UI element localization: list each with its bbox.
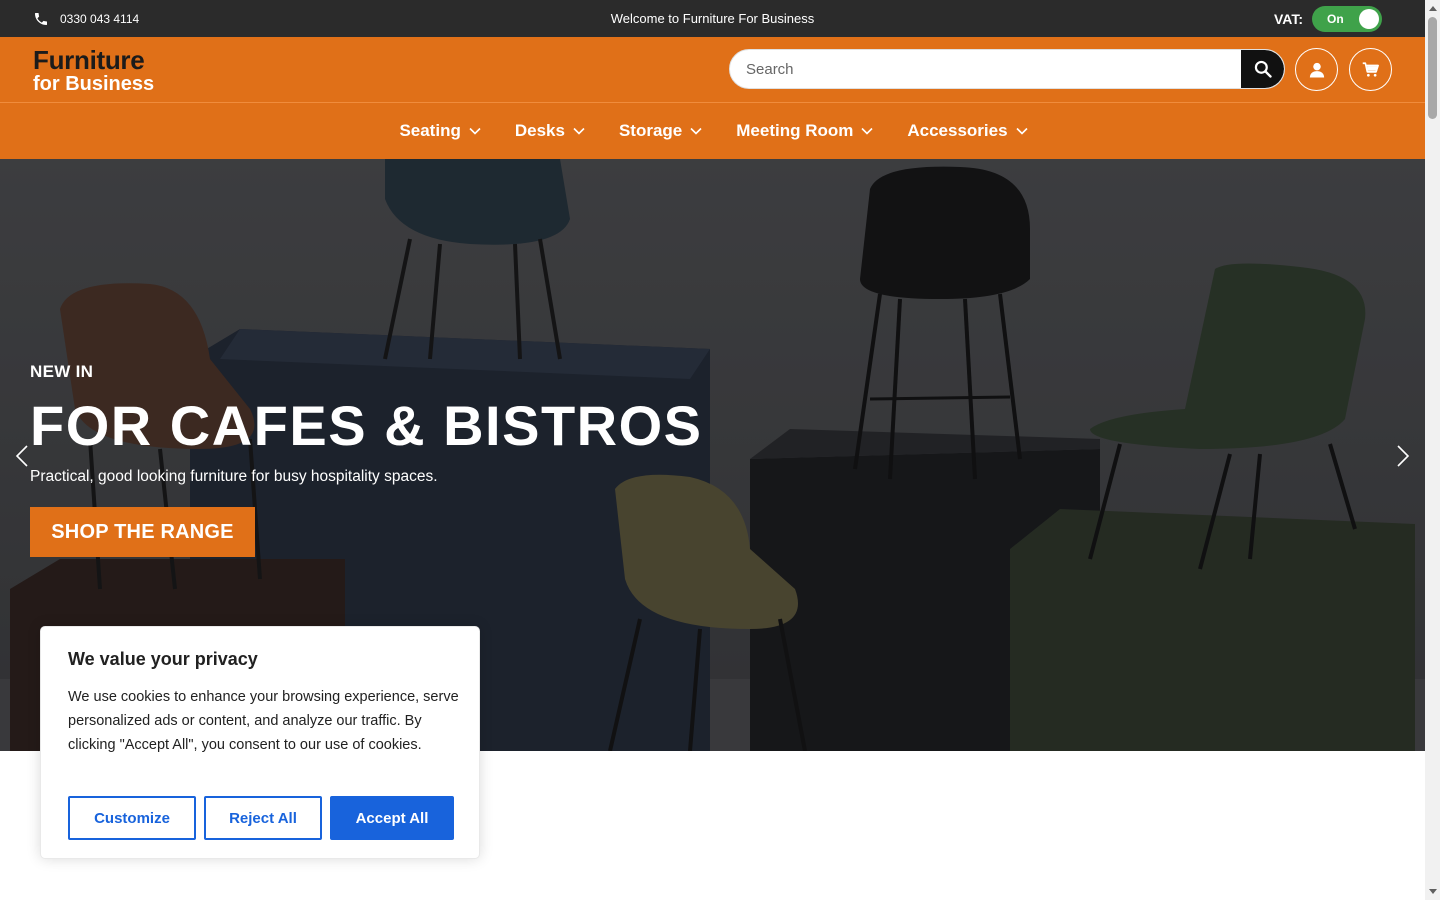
cookie-body: We use cookies to enhance your browsing … [68, 689, 459, 753]
user-icon [1309, 62, 1324, 77]
vat-control: VAT: On [1274, 6, 1382, 32]
chevron-down-icon [469, 127, 481, 135]
toggle-knob [1359, 9, 1379, 29]
top-bar: 0330 043 4114 Welcome to Furniture For B… [0, 0, 1425, 37]
chevron-down-icon [861, 127, 873, 135]
hero-headline: FOR CAFES & BISTROS [30, 394, 703, 457]
cookie-title: We value your privacy [68, 649, 258, 669]
slider-prev-arrow-icon[interactable] [15, 445, 29, 467]
vat-toggle[interactable]: On [1312, 6, 1382, 32]
main-navigation: Seating Desks Storage Meeting Room Acces… [0, 102, 1425, 159]
nav-item-label: Seating [399, 121, 461, 140]
hero-eyebrow: NEW IN [30, 362, 94, 381]
account-button[interactable] [1295, 48, 1338, 91]
site-logo[interactable]: Furniture for Business [33, 47, 154, 94]
search-icon [1254, 60, 1272, 78]
scroll-down-arrow-icon[interactable] [1429, 889, 1437, 894]
nav-item-meeting-room[interactable]: Meeting Room [736, 121, 873, 141]
chevron-down-icon [690, 127, 702, 135]
nav-item-label: Storage [618, 121, 683, 140]
page-scrollbar[interactable] [1425, 0, 1440, 900]
nav-item-desks[interactable]: Desks [515, 121, 585, 141]
vat-label: VAT: [1273, 11, 1303, 27]
cookie-consent-banner: We value your privacy We use cookies to … [40, 626, 480, 859]
nav-item-label: Accessories [907, 121, 1008, 140]
slider-next-arrow-icon[interactable] [1396, 445, 1410, 467]
search-bar [729, 49, 1285, 89]
site-header: Furniture for Business [0, 37, 1425, 102]
nav-item-seating[interactable]: Seating [399, 121, 481, 141]
nav-item-accessories[interactable]: Accessories [907, 121, 1028, 141]
welcome-message: Welcome to Furniture For Business [610, 11, 815, 26]
chevron-down-icon [573, 127, 585, 135]
cart-icon [1362, 61, 1379, 77]
chevron-down-icon [1015, 127, 1028, 135]
logo-line-2: for Business [33, 73, 155, 95]
cart-button[interactable] [1349, 48, 1392, 91]
reject-all-button[interactable]: Reject All [204, 796, 322, 840]
nav-item-label: Desks [514, 121, 565, 140]
vat-toggle-state: On [1327, 12, 1344, 26]
customize-button[interactable]: Customize [68, 796, 196, 840]
hero-subtext: Practical, good looking furniture for bu… [30, 468, 438, 485]
logo-line-1: Furniture [33, 45, 145, 75]
search-button[interactable] [1241, 50, 1284, 88]
scroll-up-arrow-icon[interactable] [1429, 6, 1437, 11]
shop-the-range-button[interactable]: SHOP THE RANGE [30, 507, 255, 557]
search-input[interactable] [730, 50, 1242, 88]
accept-all-button[interactable]: Accept All [330, 796, 454, 840]
scrollbar-thumb[interactable] [1428, 17, 1437, 119]
page: 0330 043 4114 Welcome to Furniture For B… [0, 0, 1425, 900]
nav-item-storage[interactable]: Storage [619, 121, 702, 141]
nav-item-label: Meeting Room [736, 121, 854, 140]
